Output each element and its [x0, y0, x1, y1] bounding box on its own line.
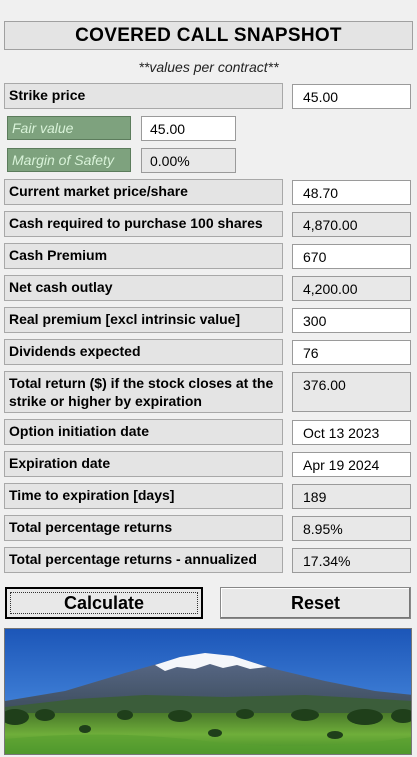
mountain-landscape-image [4, 628, 412, 755]
reset-button-label: Reset [290, 592, 341, 613]
annualized-percentage-label: Total percentage returns - annualized [4, 547, 283, 573]
fair-value-input[interactable]: 45.00 [141, 116, 236, 141]
total-return-value: 376.00 [292, 372, 411, 412]
real-premium-input[interactable]: 300 [292, 308, 411, 333]
cash-required-value: 4,870.00 [292, 212, 411, 237]
reset-button[interactable]: Reset [220, 587, 411, 619]
expiration-date-label: Expiration date [4, 451, 283, 477]
total-percentage-value: 8.95% [292, 516, 411, 541]
cash-premium-label: Cash Premium [4, 243, 283, 269]
strike-price-input[interactable]: 45.00 [292, 84, 411, 109]
net-cash-outlay-label: Net cash outlay [4, 275, 283, 301]
margin-of-safety-value: 0.00% [141, 148, 236, 173]
initiation-date-input[interactable]: Oct 13 2023 [292, 420, 411, 445]
dividends-label: Dividends expected [4, 339, 283, 365]
current-price-input[interactable]: 48.70 [292, 180, 411, 205]
expiration-date-input[interactable]: Apr 19 2024 [292, 452, 411, 477]
current-price-label: Current market price/share [4, 179, 283, 205]
total-return-label: Total return ($) if the stock closes at … [4, 371, 283, 413]
calculate-button[interactable]: Calculate [5, 587, 203, 619]
time-to-expiration-value: 189 [292, 484, 411, 509]
dividends-input[interactable]: 76 [292, 340, 411, 365]
strike-price-label: Strike price [4, 83, 283, 109]
cash-premium-input[interactable]: 670 [292, 244, 411, 269]
cash-required-label: Cash required to purchase 100 shares [4, 211, 283, 237]
margin-of-safety-label: Margin of Safety [7, 148, 131, 172]
subtitle: **values per contract** [138, 59, 279, 75]
fair-value-label: Fair value [7, 116, 131, 140]
time-to-expiration-label: Time to expiration [days] [4, 483, 283, 509]
net-cash-outlay-value: 4,200.00 [292, 276, 411, 301]
page-title: COVERED CALL SNAPSHOT [4, 21, 413, 50]
real-premium-label: Real premium [excl intrinsic value] [4, 307, 283, 333]
total-percentage-label: Total percentage returns [4, 515, 283, 541]
focus-outline [10, 592, 198, 614]
initiation-date-label: Option initiation date [4, 419, 283, 445]
annualized-percentage-value: 17.34% [292, 548, 411, 573]
